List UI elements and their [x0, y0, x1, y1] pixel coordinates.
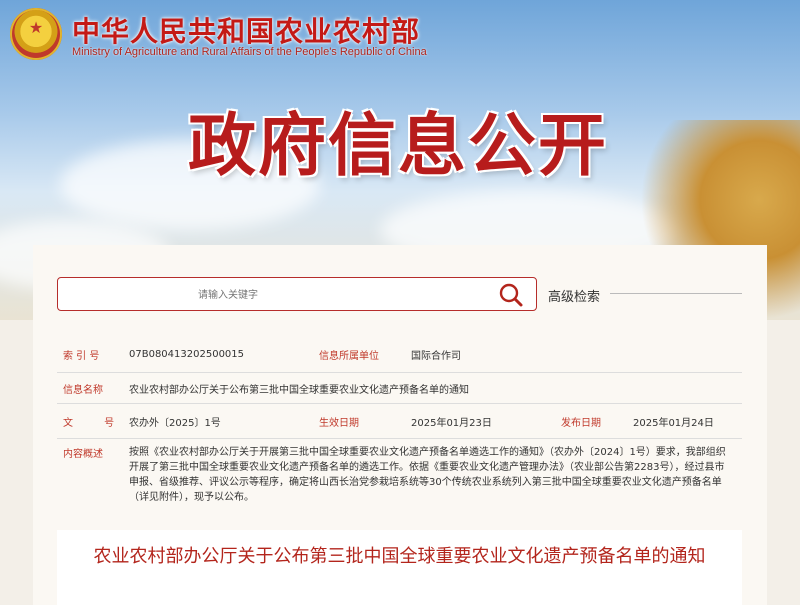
info-row-name: 信息名称 农业农村部办公厅关于公布第三批中国全球重要农业文化遗产预备名单的通知 — [57, 373, 742, 404]
unit-value: 国际合作司 — [411, 350, 461, 362]
info-row-index: 索 引 号 07B080413202500015 信息所属单位 国际合作司 — [57, 336, 742, 373]
page-headline: 政府信息公开 — [188, 107, 609, 186]
effective-date-label: 生效日期 — [319, 417, 359, 429]
advanced-search-link[interactable]: 高级检索 — [548, 286, 600, 305]
name-label: 信息名称 — [63, 384, 103, 396]
info-row-summary: 内容概述 按照《农业农村部办公厅关于开展第三批中国全球重要农业文化遗产预备名单遴… — [57, 439, 742, 519]
info-table: 索 引 号 07B080413202500015 信息所属单位 国际合作司 信息… — [57, 336, 742, 519]
publish-date-value: 2025年01月24日 — [633, 417, 714, 429]
info-row-docno: 文 号 农办外〔2025〕1号 生效日期 2025年01月23日 发布日期 20… — [57, 404, 742, 439]
divider — [610, 293, 742, 294]
unit-label: 信息所属单位 — [319, 350, 379, 362]
docno-label: 文 号 — [63, 417, 129, 429]
search-box — [57, 277, 537, 311]
summary-label: 内容概述 — [63, 449, 103, 460]
summary-value: 按照《农业农村部办公厅关于开展第三批中国全球重要农业文化遗产预备名单遴选工作的通… — [129, 447, 726, 503]
ministry-name-en[interactable]: Ministry of Agriculture and Rural Affair… — [72, 46, 427, 58]
ministry-name-cn[interactable]: 中华人民共和国农业农村部 — [72, 10, 420, 50]
index-label: 索 引 号 — [63, 350, 100, 362]
effective-date-value: 2025年01月23日 — [411, 417, 492, 429]
index-value: 07B080413202500015 — [129, 348, 245, 360]
search-icon[interactable] — [498, 282, 524, 308]
document-title: 农业农村部办公厅关于公布第三批中国全球重要农业文化遗产预备名单的通知 — [93, 546, 706, 567]
national-emblem-icon: ★ — [10, 8, 62, 60]
publish-date-label: 发布日期 — [561, 417, 601, 429]
docno-value: 农办外〔2025〕1号 — [129, 417, 221, 429]
name-value: 农业农村部办公厅关于公布第三批中国全球重要农业文化遗产预备名单的通知 — [129, 384, 469, 396]
document-title-box: 农业农村部办公厅关于公布第三批中国全球重要农业文化遗产预备名单的通知 — [57, 530, 742, 605]
search-input[interactable] — [196, 283, 490, 307]
